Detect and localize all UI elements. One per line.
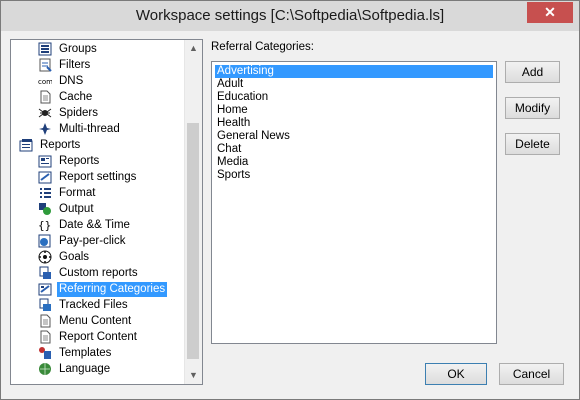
tree-item-label: Groups [59,43,97,55]
tree-item-label: Date && Time [59,219,130,231]
close-button[interactable]: ✕ [527,2,573,23]
referring-categories-icon [38,282,52,296]
tree-item-label: Pay-per-click [59,235,126,247]
list-item[interactable]: Education [215,91,270,104]
tree-item-label: Spiders [59,107,98,119]
tree-item[interactable]: Output [38,202,96,218]
tree-item[interactable]: {} Date && Time [38,218,132,234]
reports-icon [38,154,52,168]
cancel-button[interactable]: Cancel [499,363,564,385]
tree-item[interactable]: Multi-thread [38,122,122,138]
modify-button[interactable]: Modify [505,97,560,119]
tree-item-label: Multi-thread [59,123,120,135]
tree-item[interactable]: Goals [38,250,91,266]
list-item[interactable]: Health [215,117,252,130]
tree-item-label: Filters [59,59,91,71]
tree-item-label: Language [59,363,111,375]
tracked-files-icon [38,298,52,312]
tree-item-label: Templates [59,347,112,359]
groups-icon [38,42,52,56]
referral-categories-list[interactable]: Advertising Adult Education Home Health Gener… [211,61,497,344]
tree-item-label: Goals [59,251,90,263]
menu-content-icon [38,314,52,328]
tree-item[interactable]: Custom reports [38,266,140,282]
tree-item-label: DNS [59,75,84,87]
tree-item-label: Tracked Files [59,299,128,311]
list-item[interactable]: Sports [215,169,252,182]
custom-reports-icon [38,266,52,280]
tree-item[interactable]: Templates [38,346,113,362]
tree-item-label: Referring Categories [57,282,168,297]
list-item[interactable]: Chat [215,143,243,156]
title-bar[interactable]: Workspace settings [C:\Softpedia\Softped… [1,1,579,31]
report-content-icon [38,330,52,344]
list-item[interactable]: Media [215,156,250,169]
tree-item-label: Report Content [59,331,137,343]
tree-item-label: Reports [59,155,100,167]
ok-button[interactable]: OK [425,363,487,385]
tree-item-label: Reports [40,139,81,151]
multi-thread-icon [38,122,52,136]
scroll-thumb[interactable] [187,123,199,359]
tree-scrollbar[interactable]: ▲ ▼ [184,40,202,384]
tree-item-label: Format [59,187,96,199]
settings-tree[interactable]: ▲ ▼ Groups Filters com DNS Cache Spiders Multi… [10,39,203,385]
list-item[interactable]: Adult [215,78,245,91]
report-settings-icon [38,170,52,184]
pay-per-click-icon [38,234,52,248]
tree-item[interactable]: Language [38,362,112,378]
tree-item[interactable]: Reports [19,138,82,154]
tree-item-label: Menu Content [59,315,132,327]
svg-text:com: com [38,78,52,86]
templates-icon [38,346,52,360]
goals-icon [38,250,52,264]
tree-item[interactable]: Cache [38,90,94,106]
tree-item-label: Custom reports [59,267,138,279]
tree-item[interactable]: Menu Content [38,314,133,330]
tree-item[interactable]: Spiders [38,106,100,122]
scroll-down-button[interactable]: ▼ [185,367,202,384]
tree-item[interactable]: Pay-per-click [38,234,127,250]
spider-icon [38,106,52,120]
tree-item[interactable]: com DNS [38,74,85,90]
tree-item[interactable]: Filters [38,58,92,74]
date-time-icon: {} [38,218,52,232]
tree-item[interactable]: Tracked Files [38,298,130,314]
window-title: Workspace settings [C:\Softpedia\Softped… [135,7,445,24]
tree-item[interactable]: Reports [38,154,101,170]
svg-text:{}: {} [38,219,51,232]
workspace-settings-window: Workspace settings [C:\Softpedia\Softped… [0,0,580,400]
tree-item-label: Report settings [59,171,137,183]
tree-item[interactable]: Report settings [38,170,138,186]
tree-item[interactable]: Report Content [38,330,139,346]
output-icon [38,202,52,216]
tree-item-label: Cache [59,91,93,103]
tree-item-label: Output [59,203,94,215]
delete-button[interactable]: Delete [505,133,560,155]
tree-item[interactable]: Format [38,186,97,202]
list-item[interactable]: Home [215,104,250,117]
tree-item[interactable]: Groups [38,42,99,58]
filters-icon [38,58,52,72]
referral-categories-label: Referral Categories: [211,41,314,53]
scroll-up-button[interactable]: ▲ [185,40,202,57]
language-icon [38,362,52,376]
dns-icon: com [38,74,53,88]
format-icon [38,186,52,200]
list-item[interactable]: General News [215,130,292,143]
cache-icon [38,90,52,104]
add-button[interactable]: Add [505,61,560,83]
tree-item[interactable]: Referring Categories [38,282,168,298]
list-item[interactable]: Advertising [215,65,493,78]
dialog-content: ▲ ▼ Groups Filters com DNS Cache Spiders Multi… [1,31,579,399]
reports-folder-icon [19,138,33,152]
